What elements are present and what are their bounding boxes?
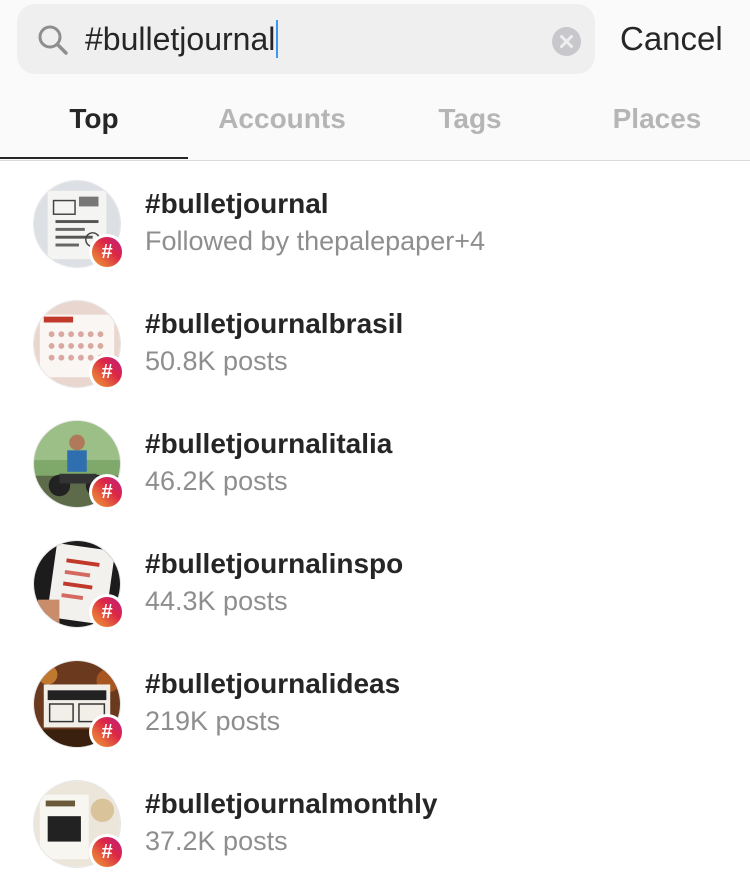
search-input[interactable]: #bulletjournal xyxy=(17,4,595,74)
hashtag-meta: 44.3K posts xyxy=(145,586,288,616)
clear-icon xyxy=(560,35,573,48)
hashtag-meta: 37.2K posts xyxy=(145,826,288,856)
hashtag-badge-icon: # xyxy=(89,354,125,390)
clear-search-button[interactable] xyxy=(552,27,581,56)
tab-places[interactable]: Places xyxy=(563,96,750,142)
search-icon xyxy=(38,25,68,55)
hashtag-name: #bulletjournalmonthly xyxy=(145,788,438,819)
hashtag-name: #bulletjournal xyxy=(145,188,329,219)
hashtag-meta: 219K posts xyxy=(145,706,281,736)
list-item[interactable]: # #bulletjournalmonthly 37.2K posts xyxy=(0,761,750,881)
search-tabs: Top Accounts Tags Places xyxy=(0,96,750,160)
list-item[interactable]: # #bulletjournalbrasil 50.8K posts xyxy=(0,281,750,401)
hashtag-badge-icon: # xyxy=(89,834,125,870)
tab-top[interactable]: Top xyxy=(0,96,188,142)
search-header: #bulletjournal Cancel Top Accounts Tags … xyxy=(0,0,750,160)
hashtag-badge-icon: # xyxy=(89,714,125,750)
hashtag-name: #bulletjournalideas xyxy=(145,668,401,699)
list-item[interactable]: # #bulletjournalitalia 46.2K posts xyxy=(0,401,750,521)
list-item[interactable]: # #bulletjournalinspo 44.3K posts xyxy=(0,521,750,641)
cancel-button[interactable]: Cancel xyxy=(620,18,723,60)
text-caret xyxy=(276,20,279,58)
results-list: # #bulletjournal Followed by thepalepape… xyxy=(0,161,750,881)
hashtag-name: #bulletjournalbrasil xyxy=(145,308,404,339)
hashtag-badge-icon: # xyxy=(89,234,125,270)
hashtag-meta: 46.2K posts xyxy=(145,466,288,496)
hashtag-meta: 50.8K posts xyxy=(145,346,288,376)
list-item[interactable]: # #bulletjournal Followed by thepalepape… xyxy=(0,161,750,281)
hashtag-meta: Followed by thepalepaper+4 xyxy=(145,226,485,256)
list-item[interactable]: # #bulletjournalideas 219K posts xyxy=(0,641,750,761)
search-query-text: #bulletjournal xyxy=(85,21,276,57)
hashtag-name: #bulletjournalitalia xyxy=(145,428,393,459)
hashtag-badge-icon: # xyxy=(89,594,125,630)
hashtag-badge-icon: # xyxy=(89,474,125,510)
active-tab-indicator xyxy=(0,157,188,159)
tab-tags[interactable]: Tags xyxy=(376,96,564,142)
search-query: #bulletjournal xyxy=(85,18,279,60)
hashtag-name: #bulletjournalinspo xyxy=(145,548,404,579)
tab-accounts[interactable]: Accounts xyxy=(188,96,376,142)
